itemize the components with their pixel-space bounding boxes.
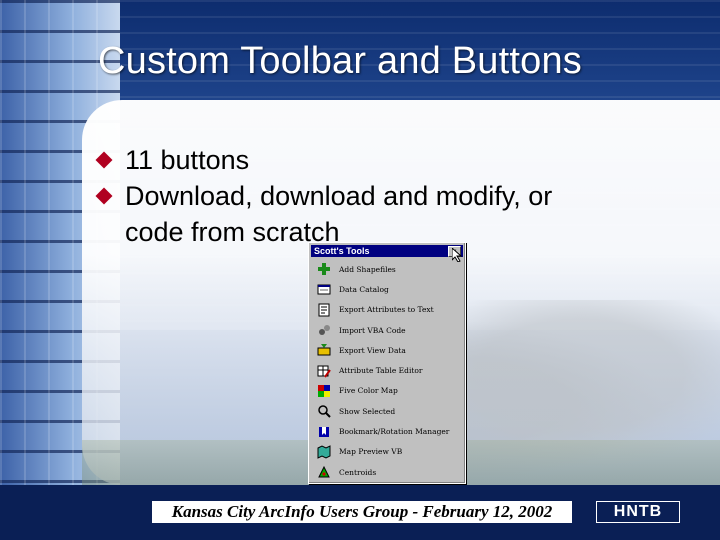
- catalog-icon: [317, 282, 331, 296]
- bookmark-icon: [317, 425, 331, 439]
- tool-label: Export Attributes to Text: [339, 305, 434, 315]
- footer-bar: Kansas City ArcInfo Users Group - Februa…: [0, 485, 720, 540]
- add-shapefile-icon: [317, 262, 331, 276]
- mouse-cursor-icon: [451, 246, 463, 263]
- tool-centroids[interactable]: Centroids: [313, 462, 461, 482]
- scotts-tools-window[interactable]: Scott's Tools x Add Shapefiles Data Cata…: [308, 242, 466, 484]
- show-selected-icon: [317, 404, 331, 418]
- tool-data-catalog[interactable]: Data Catalog: [313, 279, 461, 299]
- export-text-icon: [317, 303, 331, 317]
- tool-label: Five Color Map: [339, 386, 398, 396]
- centroid-icon: [317, 465, 331, 479]
- tool-export-attributes[interactable]: Export Attributes to Text: [313, 300, 461, 320]
- tool-label: Attribute Table Editor: [339, 366, 423, 376]
- tool-label: Bookmark/Rotation Manager: [339, 427, 450, 437]
- map-preview-icon: [317, 445, 331, 459]
- bullet-text: 11 buttons: [125, 145, 250, 175]
- window-title: Scott's Tools: [314, 246, 370, 256]
- tool-label: Import VBA Code: [339, 325, 406, 335]
- diamond-bullet-icon: [95, 151, 113, 169]
- tool-label: Centroids: [339, 467, 377, 477]
- tool-export-view-data[interactable]: Export View Data: [313, 340, 461, 360]
- tool-bookmark-rotation-manager[interactable]: Bookmark/Rotation Manager: [313, 421, 461, 441]
- tool-show-selected[interactable]: Show Selected: [313, 401, 461, 421]
- bullet-text: Download, download and modify, or: [125, 181, 553, 211]
- bullet-item: 11 buttons: [95, 142, 552, 178]
- window-titlebar[interactable]: Scott's Tools x: [311, 245, 463, 257]
- table-editor-icon: [317, 364, 331, 378]
- tool-label: Data Catalog: [339, 284, 389, 294]
- tool-five-color-map[interactable]: Five Color Map: [313, 381, 461, 401]
- tool-add-shapefiles[interactable]: Add Shapefiles: [313, 259, 461, 279]
- tool-import-vba[interactable]: Import VBA Code: [313, 320, 461, 340]
- tool-label: Export View Data: [339, 345, 406, 355]
- title-area: Custom Toolbar and Buttons: [0, 0, 720, 100]
- slide-title: Custom Toolbar and Buttons: [98, 40, 583, 82]
- tool-attribute-table-editor[interactable]: Attribute Table Editor: [313, 360, 461, 380]
- tool-label: Add Shapefiles: [339, 264, 396, 274]
- bullet-item: Download, download and modify, or: [95, 178, 553, 214]
- tool-list: Add Shapefiles Data Catalog Export Attri…: [313, 259, 461, 482]
- tool-label: Show Selected: [339, 406, 396, 416]
- logo-text: HNTB: [613, 503, 663, 520]
- color-map-icon: [317, 384, 331, 398]
- footer-caption: Kansas City ArcInfo Users Group - Februa…: [152, 501, 572, 523]
- tool-map-preview-vb[interactable]: Map Preview VB: [313, 442, 461, 462]
- bullet-list: 11 buttons Download, download and modify…: [95, 142, 553, 250]
- vba-icon: [317, 323, 331, 337]
- diamond-bullet-icon: [95, 187, 113, 205]
- export-view-icon: [317, 343, 331, 357]
- hntb-logo: HNTB: [596, 501, 680, 523]
- tool-label: Map Preview VB: [339, 447, 403, 457]
